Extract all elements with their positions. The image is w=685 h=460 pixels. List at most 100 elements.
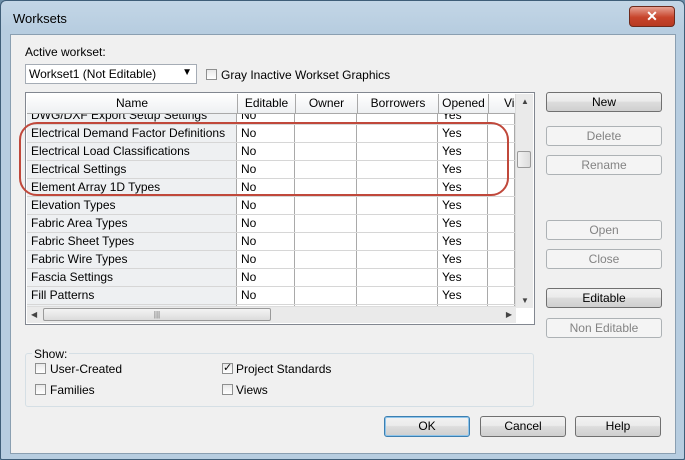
table-row[interactable]: Elevation Types No Yes [27, 197, 515, 215]
table-row[interactable]: Fascia Settings No Yes [27, 269, 515, 287]
visible-cell[interactable] [488, 287, 515, 304]
gray-inactive-checkbox[interactable] [206, 69, 217, 80]
borrowers-cell[interactable] [357, 143, 438, 160]
owner-cell[interactable] [295, 269, 357, 286]
scroll-left-icon[interactable]: ◀ [31, 310, 37, 319]
open-button[interactable]: Open [546, 220, 662, 240]
workset-name-cell[interactable]: Fabric Wire Types [27, 251, 237, 268]
editable-cell[interactable]: No [237, 287, 295, 304]
vertical-scroll-thumb[interactable] [517, 151, 531, 168]
borrowers-cell[interactable] [357, 251, 438, 268]
visible-cell[interactable] [488, 251, 515, 268]
visible-cell[interactable] [488, 143, 515, 160]
workset-name-cell[interactable]: Fabric Area Types [27, 215, 237, 232]
opened-cell[interactable]: Yes [438, 269, 488, 286]
workset-name-cell[interactable]: Electrical Settings [27, 161, 237, 178]
user-created-checkbox[interactable] [35, 363, 46, 374]
owner-cell[interactable] [295, 251, 357, 268]
horizontal-scroll-thumb[interactable]: ||| [43, 308, 271, 321]
delete-button[interactable]: Delete [546, 126, 662, 146]
opened-cell[interactable]: Yes [438, 251, 488, 268]
workset-name-cell[interactable]: Electrical Load Classifications [27, 143, 237, 160]
project-standards-checkbox[interactable]: ✓ [222, 363, 233, 374]
scroll-up-icon[interactable]: ▲ [521, 97, 529, 106]
workset-name-cell[interactable]: Elevation Types [27, 197, 237, 214]
opened-cell[interactable]: Yes [438, 179, 488, 196]
close-window-button[interactable]: ✕ [629, 6, 675, 27]
new-button[interactable]: New [546, 92, 662, 112]
help-button[interactable]: Help [575, 416, 661, 437]
active-workset-dropdown[interactable]: Workset1 (Not Editable) ▼ [25, 64, 197, 84]
borrowers-cell[interactable] [357, 269, 438, 286]
table-row[interactable]: Fabric Sheet Types No Yes [27, 233, 515, 251]
borrowers-cell[interactable] [357, 233, 438, 250]
visible-cell[interactable] [488, 161, 515, 178]
table-row[interactable]: Electrical Demand Factor Definitions No Ye… [27, 125, 515, 143]
table-row[interactable]: Fabric Area Types No Yes [27, 215, 515, 233]
opened-cell[interactable]: Yes [438, 161, 488, 178]
column-header-name[interactable]: Name [27, 94, 238, 113]
column-header-borrowers[interactable]: Borrowers [358, 94, 439, 113]
opened-cell[interactable]: Yes [438, 215, 488, 232]
column-header-editable[interactable]: Editable [238, 94, 296, 113]
workset-name-cell[interactable]: Fill Patterns [27, 287, 237, 304]
borrowers-cell[interactable] [357, 287, 438, 304]
column-header-opened[interactable]: Opened [439, 94, 489, 113]
owner-cell[interactable] [295, 179, 357, 196]
cancel-button[interactable]: Cancel [480, 416, 566, 437]
visible-cell[interactable] [488, 197, 515, 214]
borrowers-cell[interactable] [357, 179, 438, 196]
visible-cell[interactable] [488, 233, 515, 250]
editable-cell[interactable]: No [237, 269, 295, 286]
rename-button[interactable]: Rename [546, 155, 662, 175]
editable-cell[interactable]: No [237, 251, 295, 268]
editable-button[interactable]: Editable [546, 288, 662, 308]
scroll-down-icon[interactable]: ▼ [521, 296, 529, 305]
ok-button[interactable]: OK [384, 416, 470, 437]
table-row[interactable]: Element Array 1D Types No Yes [27, 179, 515, 197]
opened-cell[interactable]: Yes [438, 143, 488, 160]
column-header-visible[interactable]: Vi [489, 94, 516, 113]
workset-name-cell[interactable]: Fabric Sheet Types [27, 233, 237, 250]
workset-name-cell[interactable]: Fascia Settings [27, 269, 237, 286]
scroll-right-icon[interactable]: ▶ [506, 310, 512, 319]
editable-cell[interactable]: No [237, 143, 295, 160]
borrowers-cell[interactable] [357, 125, 438, 142]
editable-cell[interactable]: No [237, 161, 295, 178]
owner-cell[interactable] [295, 143, 357, 160]
owner-cell[interactable] [295, 233, 357, 250]
editable-cell[interactable]: No [237, 179, 295, 196]
borrowers-cell[interactable] [357, 161, 438, 178]
borrowers-cell[interactable] [357, 215, 438, 232]
owner-cell[interactable] [295, 287, 357, 304]
owner-cell[interactable] [295, 197, 357, 214]
opened-cell[interactable]: Yes [438, 233, 488, 250]
owner-cell[interactable] [295, 215, 357, 232]
non-editable-button[interactable]: Non Editable [546, 318, 662, 338]
vertical-scrollbar[interactable]: ▲ ▼ [515, 94, 533, 308]
editable-cell[interactable]: No [237, 233, 295, 250]
families-checkbox[interactable] [35, 384, 46, 395]
editable-cell[interactable]: No [237, 215, 295, 232]
owner-cell[interactable] [295, 125, 357, 142]
editable-cell[interactable]: No [237, 125, 295, 142]
close-button[interactable]: Close [546, 249, 662, 269]
opened-cell[interactable]: Yes [438, 197, 488, 214]
horizontal-scrollbar[interactable]: ◀ ||| ▶ [27, 306, 516, 323]
table-row[interactable]: Fabric Wire Types No Yes [27, 251, 515, 269]
visible-cell[interactable] [488, 215, 515, 232]
borrowers-cell[interactable] [357, 197, 438, 214]
column-header-owner[interactable]: Owner [296, 94, 358, 113]
opened-cell[interactable]: Yes [438, 287, 488, 304]
table-row[interactable]: Electrical Settings No Yes [27, 161, 515, 179]
editable-cell[interactable]: No [237, 197, 295, 214]
visible-cell[interactable] [488, 179, 515, 196]
views-checkbox[interactable] [222, 384, 233, 395]
table-row[interactable]: Electrical Load Classifications No Yes [27, 143, 515, 161]
visible-cell[interactable] [488, 125, 515, 142]
table-row[interactable]: Fill Patterns No Yes [27, 287, 515, 305]
owner-cell[interactable] [295, 161, 357, 178]
opened-cell[interactable]: Yes [438, 125, 488, 142]
workset-name-cell[interactable]: Element Array 1D Types [27, 179, 237, 196]
workset-name-cell[interactable]: Electrical Demand Factor Definitions [27, 125, 237, 142]
